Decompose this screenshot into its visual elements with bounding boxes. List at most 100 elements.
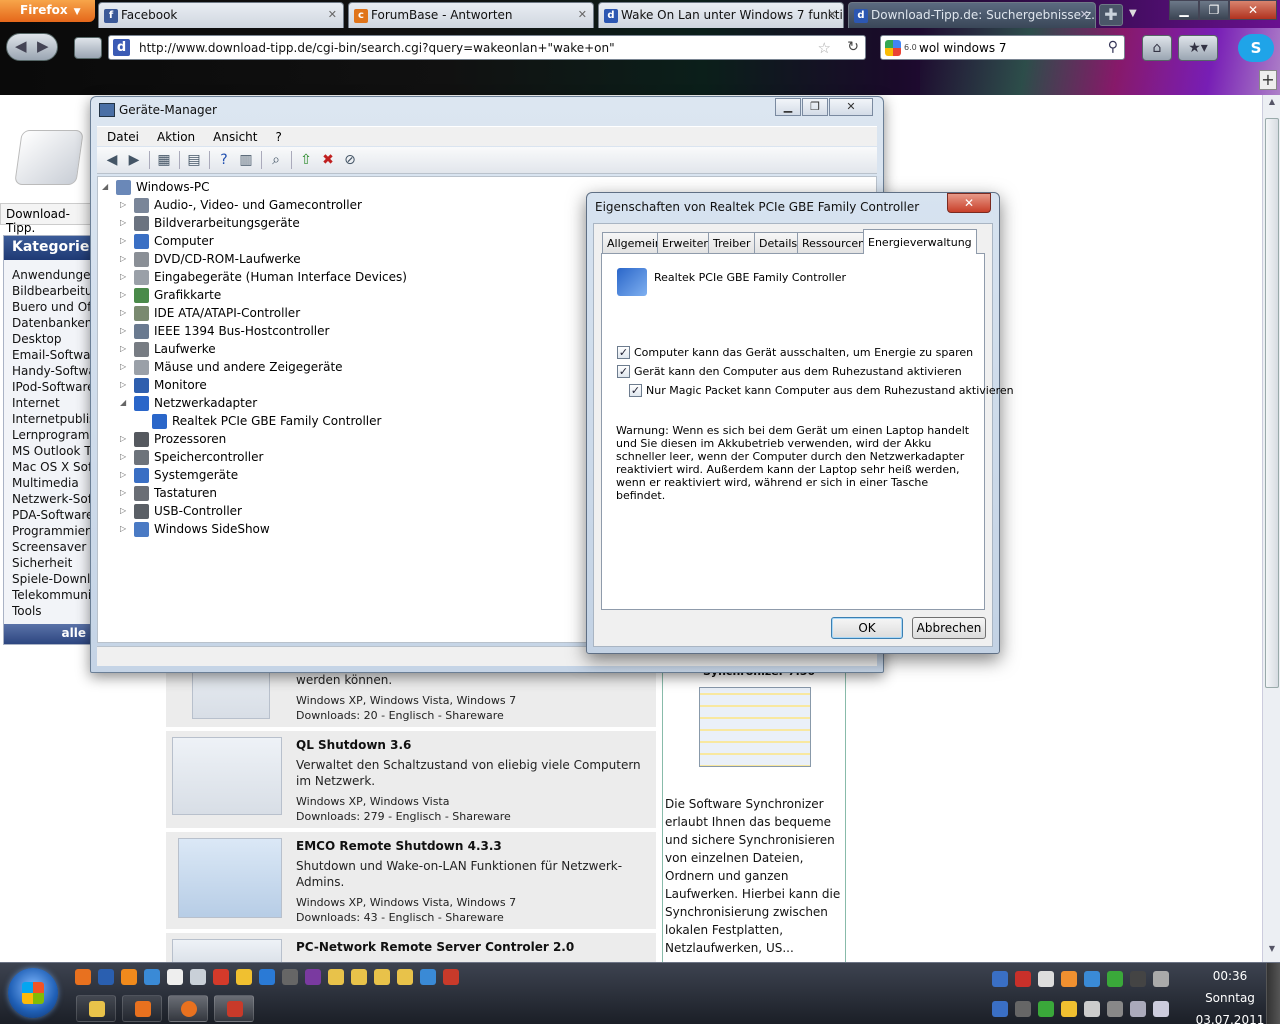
cancel-button[interactable]: Abbrechen <box>912 617 986 639</box>
tray-icon[interactable] <box>1038 1001 1054 1017</box>
quicklaunch-app-icon[interactable] <box>144 969 160 985</box>
site-logo[interactable] <box>14 130 84 185</box>
category-link[interactable]: Telekommunikation <box>12 588 92 604</box>
firefox-menu-button[interactable]: Firefox ▼ <box>0 0 95 22</box>
expand-arrow-icon[interactable]: ▷ <box>120 308 126 317</box>
tray-icon[interactable] <box>1061 1001 1077 1017</box>
category-link[interactable]: PDA-Software <box>12 508 92 524</box>
scroll-up-icon[interactable]: ▲ <box>1265 97 1279 113</box>
result-screenshot[interactable] <box>178 838 282 918</box>
site-logo-text[interactable]: Download-Tipp. <box>0 203 92 235</box>
maximize-button[interactable]: ❐ <box>802 98 828 116</box>
close-window-button[interactable]: ✕ <box>1229 0 1277 20</box>
tray-icon[interactable] <box>1107 971 1123 987</box>
result-title[interactable]: EMCO Remote Shutdown 4.3.3 <box>296 839 502 853</box>
home-button[interactable]: ⌂ <box>1142 35 1172 61</box>
category-link[interactable]: Buero und Office <box>12 300 92 316</box>
expand-arrow-icon[interactable]: ▷ <box>120 434 126 443</box>
category-link[interactable]: Email-Software <box>12 348 92 364</box>
tray-icon[interactable] <box>1153 971 1169 987</box>
close-button[interactable]: ✕ <box>829 98 873 116</box>
url-text[interactable]: http://www.download-tipp.de/cgi-bin/sear… <box>139 41 615 55</box>
google-icon[interactable] <box>885 40 901 56</box>
skype-icon[interactable]: S <box>1238 34 1274 62</box>
category-link[interactable]: Desktop <box>12 332 92 348</box>
result-title[interactable]: PC-Network Remote Server Controler 2.0 <box>296 940 574 954</box>
tab-treiber[interactable]: Treiber <box>708 232 756 253</box>
tray-icon[interactable] <box>1015 971 1031 987</box>
categories-all-link[interactable]: alle <box>4 624 92 644</box>
show-hide-console-tree-icon[interactable]: ▦ <box>155 152 173 168</box>
start-button[interactable] <box>8 968 58 1018</box>
tray-icon[interactable] <box>992 971 1008 987</box>
tray-icon[interactable] <box>1107 1001 1123 1017</box>
magic-packet-checkbox[interactable]: ✓ <box>629 384 642 397</box>
category-link[interactable]: Tools <box>12 604 92 620</box>
category-link[interactable]: IPod-Software <box>12 380 92 396</box>
tab-energieverwaltung[interactable]: Energieverwaltung <box>863 229 977 254</box>
quicklaunch-app-icon[interactable] <box>443 969 459 985</box>
taskbar-explorer[interactable] <box>76 995 116 1022</box>
category-link[interactable]: MS Outlook Tools <box>12 444 92 460</box>
expand-arrow-icon[interactable]: ▷ <box>120 218 126 227</box>
category-link[interactable]: Lernprogramme <box>12 428 92 444</box>
result-screenshot[interactable] <box>172 737 282 815</box>
category-link[interactable]: Sicherheit <box>12 556 92 572</box>
expand-arrow-icon[interactable]: ▷ <box>120 470 126 479</box>
clock[interactable]: 00:36 Sonntag 03.07.2011 <box>1190 965 1270 1024</box>
minimize-button[interactable]: ▁ <box>775 98 801 116</box>
firefox-icon[interactable] <box>75 969 91 985</box>
back-forward-buttons[interactable]: ◀ ▶ <box>6 33 58 61</box>
tab-facebook[interactable]: f Facebook ✕ <box>98 2 344 28</box>
quicklaunch-app-icon[interactable] <box>420 969 436 985</box>
quicklaunch-app-icon[interactable] <box>98 969 114 985</box>
expand-arrow-icon[interactable]: ▷ <box>120 236 126 245</box>
close-button[interactable]: ✕ <box>947 193 991 213</box>
show-desktop-button[interactable] <box>1266 963 1280 1024</box>
tray-icon[interactable] <box>1038 971 1054 987</box>
category-link[interactable]: Datenbanken <box>12 316 92 332</box>
quicklaunch-app-icon[interactable] <box>282 969 298 985</box>
uninstall-icon[interactable]: ✖ <box>319 152 337 168</box>
properties-icon[interactable]: ▤ <box>185 152 203 168</box>
category-link[interactable]: Internetpublishing <box>12 412 92 428</box>
page-scrollbar[interactable]: ▲ ▼ <box>1262 95 1280 962</box>
minimize-button[interactable]: ▁ <box>1169 0 1199 20</box>
category-link[interactable]: Multimedia <box>12 476 92 492</box>
reload-icon[interactable]: ↻ <box>847 39 859 55</box>
menu-ansicht[interactable]: Ansicht <box>203 127 265 144</box>
taskbar-firefox[interactable] <box>168 995 208 1022</box>
volume-icon[interactable] <box>1153 1001 1169 1017</box>
vlc-icon[interactable] <box>121 969 137 985</box>
steam-icon[interactable] <box>1130 971 1146 987</box>
menu-aktion[interactable]: Aktion <box>147 127 203 144</box>
expand-arrow-icon[interactable]: ▷ <box>120 524 126 533</box>
category-link[interactable]: Bildbearbeitung <box>12 284 92 300</box>
expand-arrow-icon[interactable]: ▷ <box>120 506 126 515</box>
category-link[interactable]: Screensaver <box>12 540 92 556</box>
show-action-pane-icon[interactable]: ▥ <box>237 152 255 168</box>
back-arrow-icon[interactable]: ◀ <box>15 37 27 55</box>
collapse-arrow-icon[interactable]: ◢ <box>120 398 126 407</box>
checkbox-label[interactable]: Computer kann das Gerät ausschalten, um … <box>634 346 973 359</box>
search-icon[interactable]: ⚲ <box>1108 39 1118 55</box>
close-icon[interactable]: ✕ <box>1080 8 1089 21</box>
update-driver-icon[interactable]: ⇧ <box>297 152 315 168</box>
folder-icon[interactable] <box>397 969 413 985</box>
site-identity-icon[interactable]: d <box>113 39 130 56</box>
quicklaunch-app-icon[interactable] <box>190 969 206 985</box>
quicklaunch-app-icon[interactable] <box>167 969 183 985</box>
menu-help[interactable]: ? <box>265 127 289 144</box>
stop-button[interactable] <box>74 37 102 59</box>
checkbox-label[interactable]: Gerät kann den Computer aus dem Ruhezust… <box>634 365 962 378</box>
tab-download-tipp[interactable]: d Download-Tipp.de: Suchergebnisse z... … <box>848 2 1096 28</box>
ok-button[interactable]: OK <box>831 617 903 639</box>
collapse-arrow-icon[interactable]: ◢ <box>102 182 108 191</box>
action-center-icon[interactable] <box>1084 1001 1100 1017</box>
expand-arrow-icon[interactable]: ▷ <box>120 344 126 353</box>
quicklaunch-app-icon[interactable] <box>259 969 275 985</box>
category-link[interactable]: Spiele-Downloads <box>12 572 92 588</box>
expand-arrow-icon[interactable]: ▷ <box>120 200 126 209</box>
new-tab-button[interactable]: ✚ <box>1099 4 1123 26</box>
category-link[interactable]: Mac OS X Software <box>12 460 92 476</box>
